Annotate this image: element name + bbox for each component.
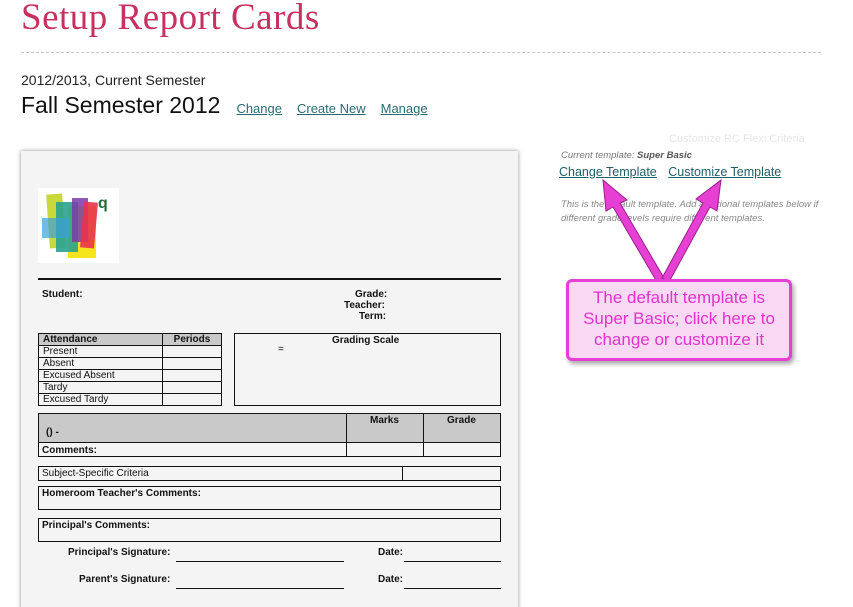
attendance-row: Tardy	[38, 381, 163, 394]
card-top-rule	[38, 278, 501, 280]
attendance-row: Excused Tardy	[38, 393, 163, 406]
marks-header: Marks	[370, 415, 399, 426]
attendance-row: Excused Absent	[38, 369, 163, 382]
term-label: Term:	[359, 311, 387, 322]
comments-row	[38, 442, 501, 457]
logo-graphic: q	[42, 193, 108, 258]
current-template-line: Current template: Super Basic	[561, 150, 692, 161]
attendance-row: Present	[38, 345, 163, 358]
grading-scale-value: =	[278, 344, 284, 355]
callout-note: The default template is Super Basic; cli…	[566, 279, 792, 361]
principal-signature-label: Principal's Signature:	[68, 547, 171, 558]
parent-signature-label: Parent's Signature:	[79, 574, 171, 585]
current-template-name: Super Basic	[637, 150, 692, 161]
subject-criteria-label: Subject-Specific Criteria	[42, 468, 149, 479]
subject-criteria-divider	[402, 466, 403, 481]
homeroom-comments-label: Homeroom Teacher's Comments:	[42, 488, 201, 499]
semester-row: Fall Semester 2012 Change Create New Man…	[21, 92, 443, 119]
student-label: Student:	[42, 289, 83, 300]
template-links: Change Template Customize Template	[559, 165, 789, 179]
grading-scale-label: Grading Scale	[332, 335, 400, 346]
principal-date-line	[404, 561, 501, 562]
principal-signature-line	[176, 561, 344, 562]
comments-label: Comments:	[42, 445, 98, 456]
page-title: Setup Report Cards	[21, 0, 320, 38]
parent-date-line	[404, 588, 501, 589]
attendance-row: Absent	[38, 357, 163, 370]
subject-placeholder: () -	[46, 427, 59, 438]
right-arrow	[661, 178, 722, 283]
left-arrow	[602, 178, 665, 283]
subject-header-band	[38, 413, 501, 443]
school-logo: q	[38, 188, 119, 263]
template-note: This is the default template. Add additi…	[561, 199, 819, 224]
customize-flexi-criteria-link[interactable]: Customize RC Flexi Criteria	[669, 133, 805, 145]
create-new-semester-link[interactable]: Create New	[297, 101, 366, 116]
customize-template-link[interactable]: Customize Template	[668, 165, 781, 179]
semester-name: Fall Semester 2012	[21, 92, 221, 118]
year-line: 2012/2013, Current Semester	[21, 72, 206, 88]
manage-semesters-link[interactable]: Manage	[381, 101, 428, 116]
grade-header: Grade	[447, 415, 476, 426]
parent-date-label: Date:	[378, 574, 404, 585]
change-semester-link[interactable]: Change	[236, 101, 282, 116]
teacher-label: Teacher:	[344, 300, 385, 311]
title-divider	[21, 52, 821, 53]
periods-header: Periods	[162, 333, 222, 346]
parent-signature-line	[176, 588, 344, 589]
attendance-header: Attendance	[38, 333, 163, 346]
grade-label: Grade:	[355, 289, 388, 300]
current-template-prefix: Current template:	[561, 150, 638, 161]
report-card-preview: q Student: Grade: Teacher: Term: Attenda…	[21, 151, 518, 607]
logo-letter: q	[98, 195, 108, 212]
principal-date-label: Date:	[378, 547, 404, 558]
principal-comments-label: Principal's Comments:	[42, 520, 150, 531]
attendance-table: Attendance Periods Present Absent Excused…	[38, 333, 222, 406]
change-template-link[interactable]: Change Template	[559, 165, 657, 179]
